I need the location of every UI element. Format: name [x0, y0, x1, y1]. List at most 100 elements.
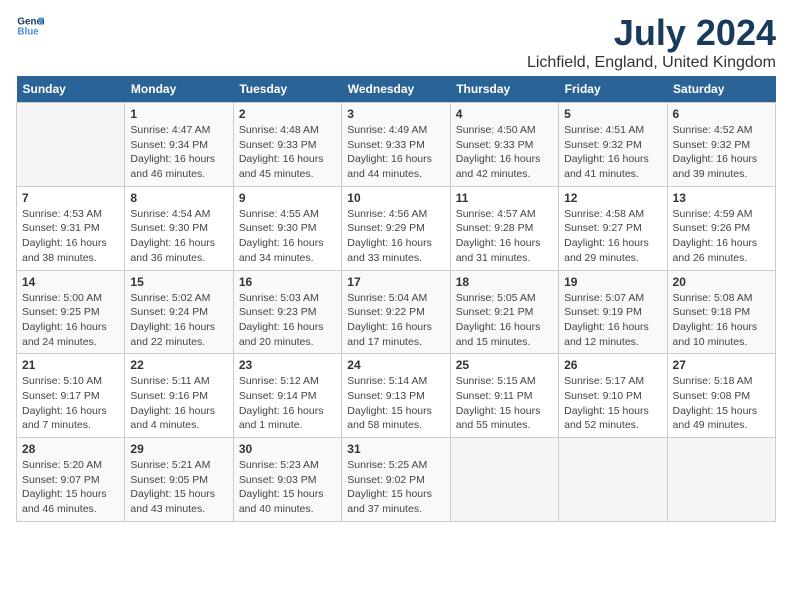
- day-info: Sunrise: 5:03 AM Sunset: 9:23 PM Dayligh…: [239, 291, 336, 350]
- col-tuesday: Tuesday: [233, 76, 341, 103]
- table-row: 17Sunrise: 5:04 AM Sunset: 9:22 PM Dayli…: [342, 270, 450, 354]
- calendar-week-row: 1 Sunrise: 4:47 AM Sunset: 9:34 PM Daylig…: [17, 103, 776, 187]
- day-number: 4: [456, 107, 553, 121]
- day-info: Sunrise: 5:25 AM Sunset: 9:02 PM Dayligh…: [347, 458, 444, 517]
- day-info: Sunrise: 5:11 AM Sunset: 9:16 PM Dayligh…: [130, 374, 227, 433]
- page-title: July 2024: [527, 12, 776, 54]
- day-info: Sunrise: 4:51 AM Sunset: 9:32 PM Dayligh…: [564, 123, 661, 182]
- col-thursday: Thursday: [450, 76, 558, 103]
- table-row: 25 Sunrise: 5:15 AM Sunset: 9:11 PM Dayli…: [450, 354, 558, 438]
- svg-text:Blue: Blue: [17, 26, 39, 37]
- table-row: 20 Sunrise: 5:08 AM Sunset: 9:18 PM Dayli…: [667, 270, 775, 354]
- day-info: Sunrise: 5:15 AM Sunset: 9:11 PM Dayligh…: [456, 374, 553, 433]
- table-row: 1 Sunrise: 4:47 AM Sunset: 9:34 PM Daylig…: [125, 103, 233, 187]
- table-row: 14 Sunrise: 5:00 AM Sunset: 9:25 PM Dayli…: [17, 270, 125, 354]
- table-row: [559, 438, 667, 522]
- day-number: 14: [22, 275, 119, 289]
- day-number: 3: [347, 107, 444, 121]
- col-monday: Monday: [125, 76, 233, 103]
- table-row: 8 Sunrise: 4:54 AM Sunset: 9:30 PM Daylig…: [125, 186, 233, 270]
- table-row: [17, 103, 125, 187]
- table-row: 28 Sunrise: 5:20 AM Sunset: 9:07 PM Dayli…: [17, 438, 125, 522]
- calendar-week-row: 28 Sunrise: 5:20 AM Sunset: 9:07 PM Dayli…: [17, 438, 776, 522]
- table-row: 9 Sunrise: 4:55 AM Sunset: 9:30 PM Daylig…: [233, 186, 341, 270]
- table-row: 12 Sunrise: 4:58 AM Sunset: 9:27 PM Dayli…: [559, 186, 667, 270]
- day-info: Sunrise: 5:02 AM Sunset: 9:24 PM Dayligh…: [130, 291, 227, 350]
- col-friday: Friday: [559, 76, 667, 103]
- day-number: 21: [22, 358, 119, 372]
- calendar-header-row: Sunday Monday Tuesday Wednesday Thursday…: [17, 76, 776, 103]
- table-row: 5 Sunrise: 4:51 AM Sunset: 9:32 PM Daylig…: [559, 103, 667, 187]
- day-info: Sunrise: 4:59 AM Sunset: 9:26 PM Dayligh…: [673, 207, 770, 266]
- day-number: 23: [239, 358, 336, 372]
- table-row: 13 Sunrise: 4:59 AM Sunset: 9:26 PM Dayli…: [667, 186, 775, 270]
- calendar-week-row: 7Sunrise: 4:53 AM Sunset: 9:31 PM Daylig…: [17, 186, 776, 270]
- table-row: 2 Sunrise: 4:48 AM Sunset: 9:33 PM Daylig…: [233, 103, 341, 187]
- day-info: Sunrise: 4:50 AM Sunset: 9:33 PM Dayligh…: [456, 123, 553, 182]
- day-number: 6: [673, 107, 770, 121]
- day-info: Sunrise: 5:00 AM Sunset: 9:25 PM Dayligh…: [22, 291, 119, 350]
- table-row: 29 Sunrise: 5:21 AM Sunset: 9:05 PM Dayli…: [125, 438, 233, 522]
- day-number: 2: [239, 107, 336, 121]
- table-row: 6Sunrise: 4:52 AM Sunset: 9:32 PM Daylig…: [667, 103, 775, 187]
- day-info: Sunrise: 4:57 AM Sunset: 9:28 PM Dayligh…: [456, 207, 553, 266]
- day-number: 1: [130, 107, 227, 121]
- day-number: 13: [673, 191, 770, 205]
- day-number: 16: [239, 275, 336, 289]
- day-info: Sunrise: 5:07 AM Sunset: 9:19 PM Dayligh…: [564, 291, 661, 350]
- day-info: Sunrise: 5:05 AM Sunset: 9:21 PM Dayligh…: [456, 291, 553, 350]
- table-row: 31Sunrise: 5:25 AM Sunset: 9:02 PM Dayli…: [342, 438, 450, 522]
- day-number: 20: [673, 275, 770, 289]
- day-info: Sunrise: 5:08 AM Sunset: 9:18 PM Dayligh…: [673, 291, 770, 350]
- day-number: 28: [22, 442, 119, 456]
- day-info: Sunrise: 5:14 AM Sunset: 9:13 PM Dayligh…: [347, 374, 444, 433]
- table-row: 21 Sunrise: 5:10 AM Sunset: 9:17 PM Dayli…: [17, 354, 125, 438]
- day-info: Sunrise: 5:23 AM Sunset: 9:03 PM Dayligh…: [239, 458, 336, 517]
- calendar-week-row: 14 Sunrise: 5:00 AM Sunset: 9:25 PM Dayli…: [17, 270, 776, 354]
- day-info: Sunrise: 5:10 AM Sunset: 9:17 PM Dayligh…: [22, 374, 119, 433]
- day-info: Sunrise: 4:58 AM Sunset: 9:27 PM Dayligh…: [564, 207, 661, 266]
- day-number: 19: [564, 275, 661, 289]
- day-info: Sunrise: 4:54 AM Sunset: 9:30 PM Dayligh…: [130, 207, 227, 266]
- day-number: 5: [564, 107, 661, 121]
- table-row: 10Sunrise: 4:56 AM Sunset: 9:29 PM Dayli…: [342, 186, 450, 270]
- day-number: 25: [456, 358, 553, 372]
- calendar-week-row: 21 Sunrise: 5:10 AM Sunset: 9:17 PM Dayli…: [17, 354, 776, 438]
- day-info: Sunrise: 4:55 AM Sunset: 9:30 PM Dayligh…: [239, 207, 336, 266]
- day-info: Sunrise: 5:18 AM Sunset: 9:08 PM Dayligh…: [673, 374, 770, 433]
- page-subtitle: Lichfield, England, United Kingdom: [527, 54, 776, 72]
- table-row: 24 Sunrise: 5:14 AM Sunset: 9:13 PM Dayli…: [342, 354, 450, 438]
- calendar-table: Sunday Monday Tuesday Wednesday Thursday…: [16, 76, 776, 522]
- day-info: Sunrise: 4:49 AM Sunset: 9:33 PM Dayligh…: [347, 123, 444, 182]
- table-row: 7Sunrise: 4:53 AM Sunset: 9:31 PM Daylig…: [17, 186, 125, 270]
- day-number: 29: [130, 442, 227, 456]
- day-info: Sunrise: 5:12 AM Sunset: 9:14 PM Dayligh…: [239, 374, 336, 433]
- day-number: 27: [673, 358, 770, 372]
- day-number: 7: [22, 191, 119, 205]
- day-number: 15: [130, 275, 227, 289]
- table-row: [667, 438, 775, 522]
- table-row: 27 Sunrise: 5:18 AM Sunset: 9:08 PM Dayli…: [667, 354, 775, 438]
- col-saturday: Saturday: [667, 76, 775, 103]
- table-row: 16 Sunrise: 5:03 AM Sunset: 9:23 PM Dayli…: [233, 270, 341, 354]
- day-number: 22: [130, 358, 227, 372]
- day-number: 8: [130, 191, 227, 205]
- col-wednesday: Wednesday: [342, 76, 450, 103]
- day-info: Sunrise: 5:21 AM Sunset: 9:05 PM Dayligh…: [130, 458, 227, 517]
- table-row: 11 Sunrise: 4:57 AM Sunset: 9:28 PM Dayli…: [450, 186, 558, 270]
- table-row: 23 Sunrise: 5:12 AM Sunset: 9:14 PM Dayli…: [233, 354, 341, 438]
- logo: General Blue: [16, 12, 44, 40]
- day-number: 24: [347, 358, 444, 372]
- day-info: Sunrise: 5:17 AM Sunset: 9:10 PM Dayligh…: [564, 374, 661, 433]
- table-row: 30Sunrise: 5:23 AM Sunset: 9:03 PM Dayli…: [233, 438, 341, 522]
- day-number: 12: [564, 191, 661, 205]
- day-info: Sunrise: 4:48 AM Sunset: 9:33 PM Dayligh…: [239, 123, 336, 182]
- day-info: Sunrise: 4:47 AM Sunset: 9:34 PM Dayligh…: [130, 123, 227, 182]
- day-number: 9: [239, 191, 336, 205]
- day-info: Sunrise: 5:20 AM Sunset: 9:07 PM Dayligh…: [22, 458, 119, 517]
- day-number: 11: [456, 191, 553, 205]
- day-number: 10: [347, 191, 444, 205]
- table-row: 18Sunrise: 5:05 AM Sunset: 9:21 PM Dayli…: [450, 270, 558, 354]
- day-info: Sunrise: 5:04 AM Sunset: 9:22 PM Dayligh…: [347, 291, 444, 350]
- table-row: 15 Sunrise: 5:02 AM Sunset: 9:24 PM Dayli…: [125, 270, 233, 354]
